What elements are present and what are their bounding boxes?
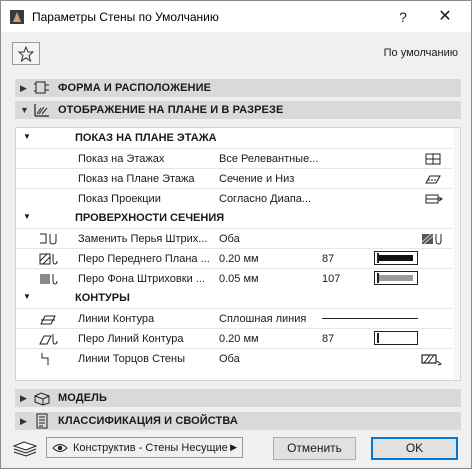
close-button[interactable]: ✕ bbox=[431, 5, 459, 29]
group-label: КОНТУРЫ bbox=[75, 292, 130, 304]
group-label: ПРОВЕРХНОСТИ СЕЧЕНИЯ bbox=[75, 212, 225, 224]
row-name: Перо Переднего Плана ... bbox=[78, 253, 210, 265]
dialog-window: Параметры Стены по Умолчанию ? ✕ По умол… bbox=[0, 0, 472, 469]
row-value[interactable]: Сечение и Низ bbox=[219, 173, 294, 185]
row-override-hatch-pens[interactable]: Заменить Перья Штрих... Оба bbox=[16, 228, 452, 248]
plan-section-icon bbox=[34, 104, 49, 117]
line-type-sample[interactable] bbox=[322, 318, 418, 319]
group-floor-plan-display[interactable]: ▼ ПОКАЗ НА ПЛАНЕ ЭТАЖА bbox=[16, 128, 452, 148]
row-name: Показ на Плане Этажа bbox=[78, 173, 195, 185]
group-outlines[interactable]: ▼ КОНТУРЫ bbox=[16, 288, 452, 308]
favorites-button[interactable] bbox=[12, 42, 40, 65]
pen-color-fill bbox=[379, 335, 413, 341]
hatch-pen-override-icon bbox=[421, 233, 442, 245]
archicad-app-icon bbox=[10, 10, 24, 24]
row-name: Показ Проекции bbox=[78, 193, 161, 205]
section-shape-and-position[interactable]: ▶ ФОРМА И РАСПОЛОЖЕНИЕ bbox=[15, 79, 461, 97]
layer-name: Конструктив - Стены Несущие bbox=[73, 442, 228, 454]
section-label: ОТОБРАЖЕНИЕ НА ПЛАНЕ И В РАЗРЕЗЕ bbox=[58, 104, 284, 116]
pen-number[interactable]: 87 bbox=[322, 333, 334, 345]
row-show-on-floor-plan[interactable]: Показ на Плане Этажа Сечение и Низ bbox=[16, 168, 452, 188]
hatch-foreground-icon bbox=[39, 253, 58, 265]
row-value[interactable]: Оба bbox=[219, 353, 240, 365]
pen-color-fill bbox=[379, 255, 413, 261]
help-button[interactable]: ? bbox=[389, 5, 417, 29]
row-name: Перо Линий Контура bbox=[78, 333, 184, 345]
settings-panel: ▼ ПОКАЗ НА ПЛАНЕ ЭТАЖА Показ на Этажах В… bbox=[15, 127, 461, 381]
row-value[interactable]: Сплошная линия bbox=[219, 313, 306, 325]
section-model[interactable]: ▶ МОДЕЛЬ bbox=[15, 389, 461, 407]
row-show-projection[interactable]: Показ Проекции Согласно Диапа... bbox=[16, 188, 452, 208]
title-bar: Параметры Стены по Умолчанию ? ✕ bbox=[1, 1, 471, 32]
outline-pen-icon bbox=[39, 334, 58, 345]
section-classification-and-properties[interactable]: ▶ КЛАССИФИКАЦИЯ И СВОЙСТВА bbox=[15, 412, 461, 430]
star-icon bbox=[18, 46, 34, 62]
row-name: Заменить Перья Штрих... bbox=[78, 233, 208, 245]
eye-icon bbox=[52, 444, 68, 452]
section-label: МОДЕЛЬ bbox=[58, 392, 107, 404]
row-name: Линии Контура bbox=[78, 313, 155, 325]
classification-icon bbox=[36, 413, 48, 429]
collapsed-arrow-icon: ▶ bbox=[20, 83, 27, 93]
expanded-arrow-icon: ▼ bbox=[23, 292, 31, 301]
row-value[interactable]: Согласно Диапа... bbox=[219, 193, 311, 205]
pen-color-swatch[interactable] bbox=[374, 271, 418, 285]
row-show-on-stories[interactable]: Показ на Этажах Все Релевантные... bbox=[16, 148, 452, 168]
projection-icon bbox=[425, 194, 443, 204]
row-name: Линии Торцов Стены bbox=[78, 353, 186, 365]
collapsed-arrow-icon: ▶ bbox=[20, 416, 27, 426]
row-foreground-pen[interactable]: Перо Переднего Плана ... 0.20 мм 87 bbox=[16, 248, 452, 268]
pen-color-swatch[interactable] bbox=[374, 251, 418, 265]
group-cut-surfaces[interactable]: ▼ ПРОВЕРХНОСТИ СЕЧЕНИЯ bbox=[16, 208, 452, 228]
pen-number[interactable]: 87 bbox=[322, 253, 334, 265]
row-outline-lines[interactable]: Линии Контура Сплошная линия bbox=[16, 308, 452, 328]
row-value[interactable]: 0.20 мм bbox=[219, 333, 259, 345]
section-floor-plan-and-section[interactable]: ▼ ОТОБРАЖЕНИЕ НА ПЛАНЕ И В РАЗРЕЗЕ bbox=[15, 101, 461, 119]
row-value[interactable]: 0.05 мм bbox=[219, 273, 259, 285]
row-background-pen[interactable]: Перо Фона Штриховки ... 0.05 мм 107 bbox=[16, 268, 452, 288]
stories-icon bbox=[425, 153, 441, 165]
pen-number[interactable]: 107 bbox=[322, 273, 340, 285]
wall-end-both-icon bbox=[421, 354, 443, 366]
outline-line-type-icon bbox=[40, 315, 56, 325]
chevron-right-icon: ▶ bbox=[230, 442, 237, 452]
row-wall-end-lines[interactable]: Линии Торцов Стены Оба bbox=[16, 348, 452, 368]
section-label: ФОРМА И РАСПОЛОЖЕНИЕ bbox=[58, 82, 212, 94]
ok-button[interactable]: OK bbox=[371, 437, 458, 460]
row-value[interactable]: Все Релевантные... bbox=[219, 153, 318, 165]
row-value[interactable]: 0.20 мм bbox=[219, 253, 259, 265]
pen-color-fill bbox=[379, 275, 413, 281]
pen-color-swatch[interactable] bbox=[374, 331, 418, 345]
expanded-arrow-icon: ▼ bbox=[23, 212, 31, 221]
layers-icon bbox=[12, 441, 38, 457]
hatch-background-icon bbox=[40, 274, 58, 285]
expanded-arrow-icon: ▼ bbox=[23, 132, 31, 141]
group-label: ПОКАЗ НА ПЛАНЕ ЭТАЖА bbox=[75, 132, 217, 144]
window-title: Параметры Стены по Умолчанию bbox=[32, 10, 219, 24]
override-pens-icon bbox=[40, 233, 57, 245]
row-value[interactable]: Оба bbox=[219, 233, 240, 245]
shape-position-icon bbox=[34, 81, 49, 94]
panel-scrollbar[interactable] bbox=[454, 128, 460, 380]
wall-end-lines-icon bbox=[41, 353, 49, 365]
cancel-button[interactable]: Отменить bbox=[273, 437, 356, 460]
row-name: Показ на Этажах bbox=[78, 153, 165, 165]
layer-dropdown[interactable]: Конструктив - Стены Несущие ▶ bbox=[46, 437, 243, 458]
collapsed-arrow-icon: ▶ bbox=[20, 393, 27, 403]
model-icon bbox=[34, 392, 50, 406]
row-name: Перо Фона Штриховки ... bbox=[78, 273, 205, 285]
expanded-arrow-icon: ▼ bbox=[20, 105, 29, 115]
row-outline-pen[interactable]: Перо Линий Контура 0.20 мм 87 bbox=[16, 328, 452, 348]
default-label: По умолчанию bbox=[383, 47, 458, 59]
cut-and-below-icon bbox=[425, 175, 441, 184]
section-label: КЛАССИФИКАЦИЯ И СВОЙСТВА bbox=[58, 415, 238, 427]
